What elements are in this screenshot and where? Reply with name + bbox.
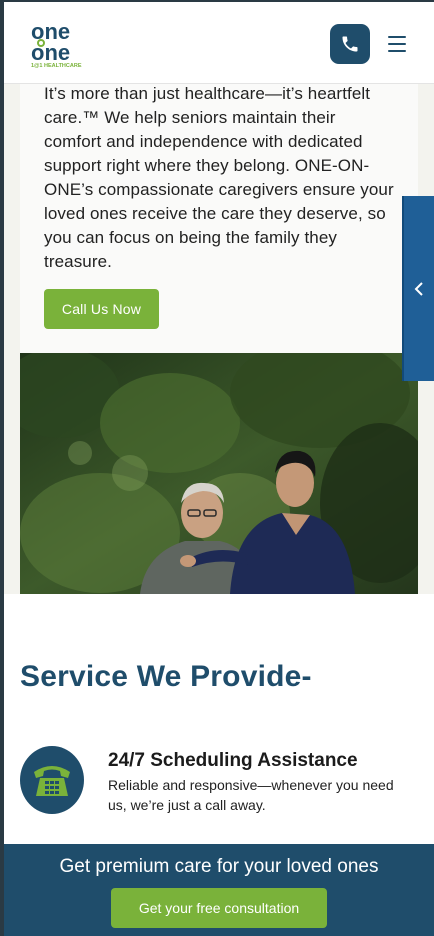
menu-line xyxy=(388,43,406,45)
hero-paragraph: It’s more than just healthcare—it’s hear… xyxy=(44,84,394,271)
menu-line xyxy=(388,50,406,52)
svg-text:one: one xyxy=(31,40,70,65)
site-logo[interactable]: one one 1@1 HEALTHCARE xyxy=(30,20,92,68)
sticky-cta-text: Get premium care for your loved ones xyxy=(59,856,379,877)
svg-text:1@1 HEALTHCARE: 1@1 HEALTHCARE xyxy=(31,63,82,68)
service-title: 24/7 Scheduling Assistance xyxy=(108,750,358,771)
phone-button[interactable] xyxy=(330,24,370,64)
side-panel-tab[interactable] xyxy=(402,196,434,381)
free-consultation-button[interactable]: Get your free consultation xyxy=(111,888,327,928)
services-title: Service We Provide- xyxy=(20,660,312,693)
menu-line xyxy=(388,36,406,38)
telephone-icon xyxy=(20,746,84,814)
caregiver-photo xyxy=(20,353,418,594)
site-header: one one 1@1 HEALTHCARE xyxy=(0,0,434,84)
chevron-left-icon xyxy=(414,281,423,296)
call-us-now-button[interactable]: Call Us Now xyxy=(44,289,159,329)
phone-icon xyxy=(342,36,358,52)
hamburger-menu-icon[interactable] xyxy=(388,36,408,52)
sticky-cta-bar: Get premium care for your loved ones Get… xyxy=(4,844,434,936)
service-description: Reliable and responsive—whenever you nee… xyxy=(108,777,394,813)
